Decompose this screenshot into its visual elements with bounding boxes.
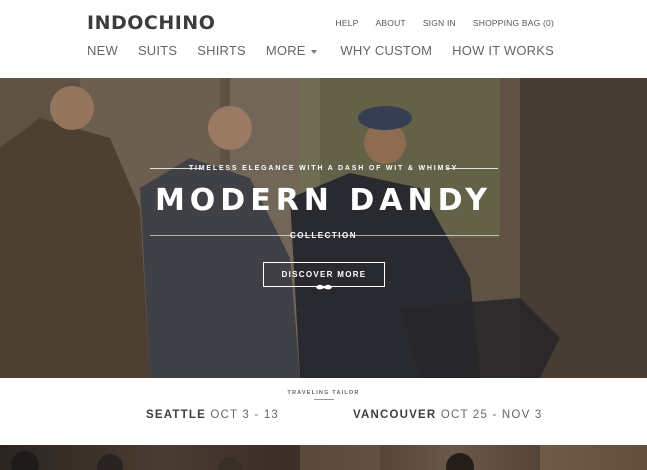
nav-why-custom[interactable]: WHY CUSTOM — [340, 43, 432, 58]
sign-in-link[interactable]: SIGN IN — [423, 18, 456, 28]
nav-new[interactable]: NEW — [87, 43, 118, 58]
tailor-city: SEATTLE — [146, 409, 206, 421]
hero-tagline: TIMELESS ELEGANCE WITH A DASH OF WIT & W… — [188, 165, 459, 172]
hero-subtitle: COLLECTION — [290, 231, 357, 240]
tailor-stop-seattle[interactable]: SEATTLE OCT 3 - 13 — [146, 409, 279, 421]
secondary-banner-image[interactable] — [0, 445, 647, 470]
nav-how-it-works[interactable]: HOW IT WORKS — [452, 43, 554, 58]
tailor-stop-vancouver[interactable]: VANCOUVER OCT 25 - NOV 3 — [353, 409, 542, 421]
traveling-tailor-divider — [314, 399, 334, 400]
secondary-nav: WHY CUSTOM HOW IT WORKS — [340, 43, 554, 58]
hero-title: MODERN DANDY — [154, 183, 493, 218]
secondary-banner-photo — [11, 445, 647, 470]
hero-overlay — [0, 78, 647, 378]
nav-suits[interactable]: SUITS — [138, 43, 177, 58]
nav-more[interactable]: MORE — [266, 43, 317, 58]
tailor-dates: OCT 3 - 13 — [210, 409, 280, 421]
help-link[interactable]: HELP — [336, 18, 359, 28]
nav-more-label: MORE — [265, 43, 306, 58]
main-nav: NEW SUITS SHIRTS MORE — [87, 43, 317, 58]
mustache-icon — [316, 284, 332, 290]
hero-banner[interactable]: TIMELESS ELEGANCE WITH A DASH OF WIT & W… — [0, 78, 647, 378]
logo[interactable]: INDOCHINO — [87, 12, 215, 34]
utility-nav: HELP ABOUT SIGN IN SHOPPING BAG (0) — [336, 18, 554, 28]
tailor-city: VANCOUVER — [353, 409, 437, 421]
nav-shirts[interactable]: SHIRTS — [197, 43, 246, 58]
shopping-bag-link[interactable]: SHOPPING BAG (0) — [473, 18, 554, 28]
about-link[interactable]: ABOUT — [376, 18, 406, 28]
tailor-dates: OCT 25 - NOV 3 — [440, 409, 543, 421]
traveling-tailor-label: TRAVELING TAILOR — [287, 390, 360, 396]
chevron-down-icon — [310, 49, 317, 54]
site-header: INDOCHINO HELP ABOUT SIGN IN SHOPPING BA… — [0, 0, 647, 78]
